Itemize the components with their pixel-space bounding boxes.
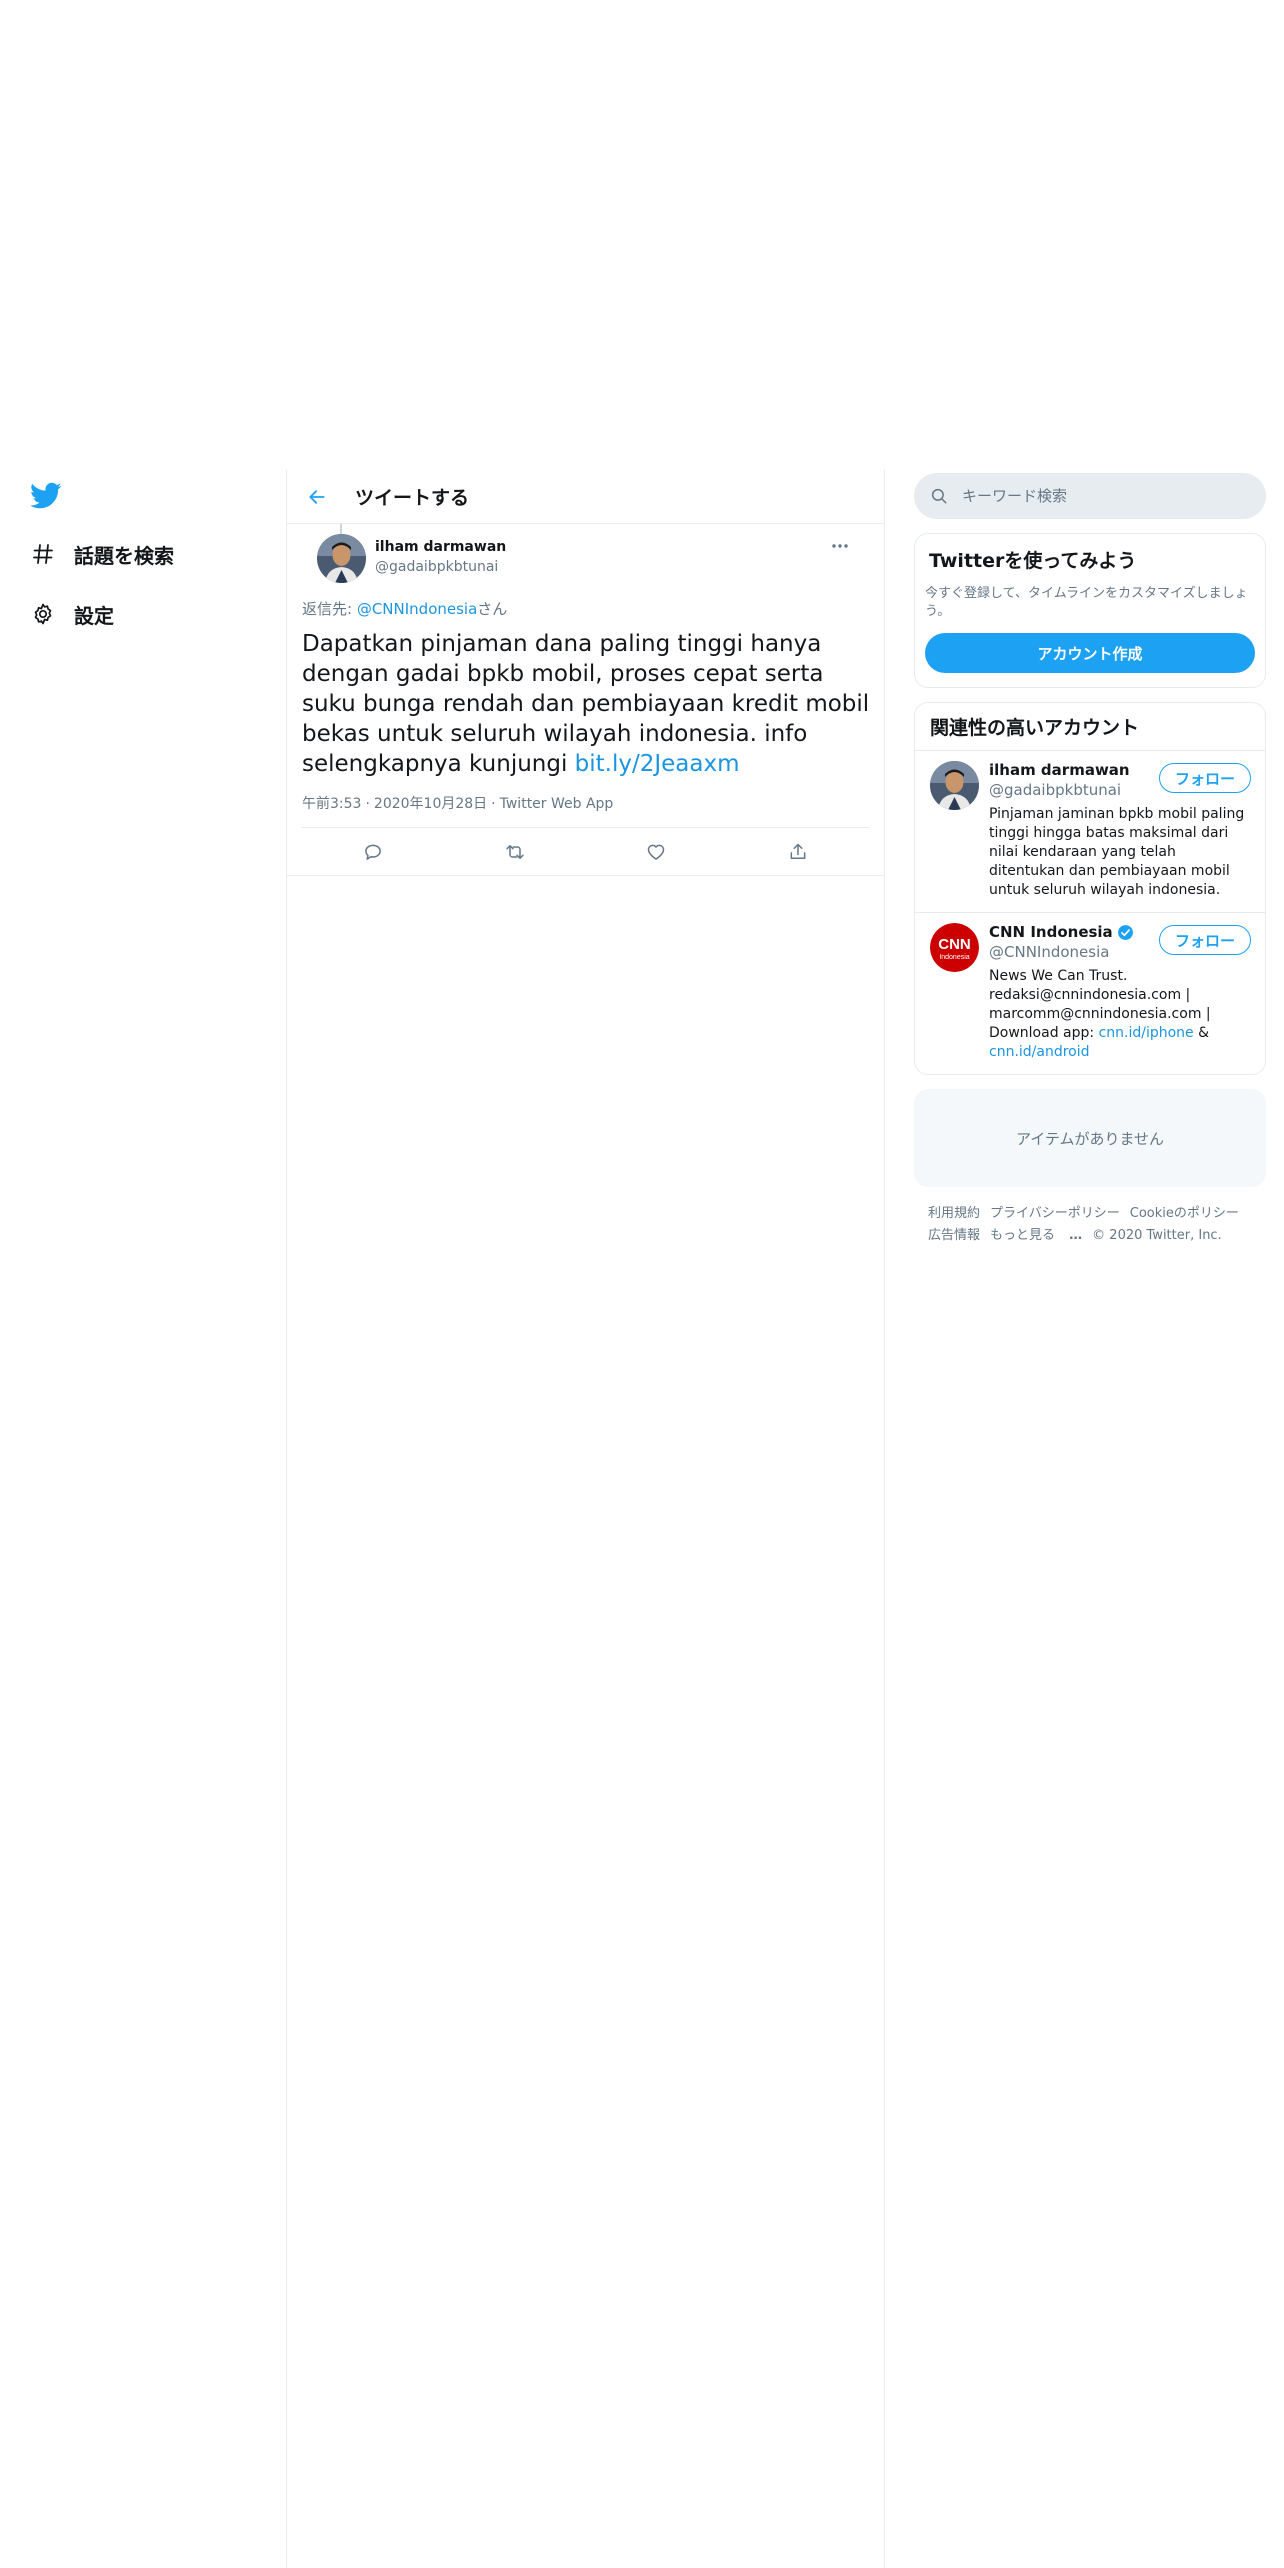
footer-link-more[interactable]: もっと見る … bbox=[990, 1228, 1082, 1243]
more-icon bbox=[832, 544, 848, 548]
tweet-actions bbox=[287, 828, 884, 876]
page-title: ツイートする bbox=[355, 487, 470, 509]
sidebar-item-settings[interactable]: 設定 bbox=[28, 594, 114, 634]
like-button[interactable] bbox=[636, 832, 676, 872]
tweet-date[interactable]: 2020年10月28日 bbox=[374, 796, 487, 812]
search-input[interactable] bbox=[962, 487, 1242, 505]
meta-separator: · bbox=[365, 796, 370, 812]
heart-icon bbox=[648, 844, 665, 860]
retweet-button[interactable] bbox=[495, 832, 535, 872]
cnn-logo-text: CNN bbox=[938, 936, 971, 953]
footer-link-ads[interactable]: 広告情報 bbox=[928, 1228, 980, 1243]
back-button[interactable] bbox=[299, 479, 335, 515]
tweet-link[interactable]: bit.ly/2Jeaaxm bbox=[575, 751, 740, 777]
account-name-text: ilham darmawan bbox=[989, 761, 1130, 779]
share-button[interactable] bbox=[778, 832, 818, 872]
more-dots-icon: … bbox=[1069, 1228, 1083, 1243]
author-name[interactable]: ilham darmawan bbox=[375, 539, 506, 555]
bio-link-android[interactable]: cnn.id/android bbox=[989, 1044, 1090, 1060]
account-name-text: CNN Indonesia bbox=[989, 923, 1113, 941]
create-account-button[interactable]: アカウント作成 bbox=[925, 633, 1255, 673]
main-header: ツイートする bbox=[287, 470, 884, 524]
search-icon bbox=[931, 488, 947, 504]
reply-button[interactable] bbox=[353, 832, 393, 872]
reply-suffix: さん bbox=[477, 600, 508, 618]
avatar[interactable] bbox=[930, 761, 979, 810]
footer-link-privacy[interactable]: プライバシーポリシー bbox=[990, 1206, 1120, 1221]
sidebar-item-label: 設定 bbox=[74, 603, 114, 628]
footer-link-terms[interactable]: 利用規約 bbox=[928, 1206, 980, 1221]
right-sidebar: Twitterを使ってみよう 今すぐ登録して、タイムラインをカスタマイズしましょ… bbox=[914, 473, 1266, 1247]
footer-more-label: もっと見る bbox=[990, 1228, 1056, 1243]
bio-link-iphone[interactable]: cnn.id/iphone bbox=[1099, 1025, 1194, 1041]
account-bio: Pinjaman jaminan bpkb mobil paling tingg… bbox=[989, 806, 1245, 898]
reply-prefix: 返信先: bbox=[302, 600, 357, 618]
footer-copyright: © 2020 Twitter, Inc. bbox=[1092, 1228, 1222, 1243]
back-arrow-icon bbox=[309, 489, 325, 504]
column-divider bbox=[884, 470, 885, 2568]
meta-separator: · bbox=[491, 796, 496, 812]
search-box[interactable] bbox=[914, 473, 1266, 519]
signup-card: Twitterを使ってみよう 今すぐ登録して、タイムラインをカスタマイズしましょ… bbox=[914, 533, 1266, 688]
reply-mention-link[interactable]: @CNNIndonesia bbox=[357, 600, 477, 618]
tweet-metadata: 午前3:53 · 2020年10月28日 · Twitter Web App bbox=[302, 793, 869, 828]
bio-text: & bbox=[1193, 1025, 1210, 1041]
tweet-header: ilham darmawan @gadaibpkbtunai bbox=[302, 524, 869, 586]
follow-button[interactable]: フォロー bbox=[1159, 925, 1251, 955]
main-column: ツイートする ilham darmawan @gadaibpkbtunai 返信… bbox=[287, 470, 884, 876]
sidebar-item-explore[interactable]: 話題を検索 bbox=[28, 534, 174, 574]
footer-link-cookies[interactable]: Cookieのポリシー bbox=[1130, 1206, 1239, 1221]
trends-empty-card: アイテムがありません bbox=[914, 1089, 1266, 1187]
gear-icon bbox=[28, 599, 58, 629]
signup-description: 今すぐ登録して、タイムラインをカスタマイズしましょう。 bbox=[925, 586, 1248, 619]
signup-title: Twitterを使ってみよう bbox=[929, 550, 1137, 572]
follow-button[interactable]: フォロー bbox=[1159, 763, 1251, 793]
empty-message: アイテムがありません bbox=[1015, 1129, 1165, 1148]
tweet-time[interactable]: 午前3:53 bbox=[302, 796, 361, 812]
account-bio: News We Can Trust. redaksi@cnnindonesia.… bbox=[989, 967, 1250, 1062]
reply-icon bbox=[365, 844, 381, 860]
cnn-logo-avatar[interactable]: CNN Indonesia bbox=[930, 923, 979, 972]
share-icon bbox=[790, 843, 806, 859]
cnn-logo-subtext: Indonesia bbox=[939, 954, 969, 961]
thread-line bbox=[340, 524, 342, 534]
tweet-text: Dapatkan pinjaman dana paling tinggi han… bbox=[302, 629, 872, 779]
tweet-source[interactable]: Twitter Web App bbox=[500, 796, 614, 812]
tweet: ilham darmawan @gadaibpkbtunai 返信先: @CNN… bbox=[287, 524, 884, 876]
avatar[interactable] bbox=[317, 534, 366, 583]
account-item[interactable]: ilham darmawan @gadaibpkbtunai Pinjaman … bbox=[915, 751, 1265, 913]
sidebar-item-label: 話題を検索 bbox=[74, 543, 174, 568]
footer: 利用規約 プライバシーポリシー Cookieのポリシー 広告情報 もっと見る … © 2… bbox=[914, 1203, 1266, 1247]
twitter-logo-icon[interactable] bbox=[30, 482, 62, 510]
reply-to-line: 返信先: @CNNIndonesiaさん bbox=[302, 598, 869, 619]
account-item[interactable]: CNN Indonesia CNN Indonesia @CNNIndonesi… bbox=[915, 913, 1265, 1074]
related-accounts-card: 関連性の高いアカウント ilham darmawan @gadaibpkbtun… bbox=[914, 702, 1266, 1075]
verified-badge-icon bbox=[1117, 924, 1133, 940]
hashtag-icon bbox=[28, 539, 58, 569]
related-accounts-title: 関連性の高いアカウント bbox=[915, 703, 1265, 751]
more-options-button[interactable] bbox=[826, 536, 854, 556]
author-handle[interactable]: @gadaibpkbtunai bbox=[375, 559, 498, 575]
retweet-icon bbox=[505, 844, 524, 859]
